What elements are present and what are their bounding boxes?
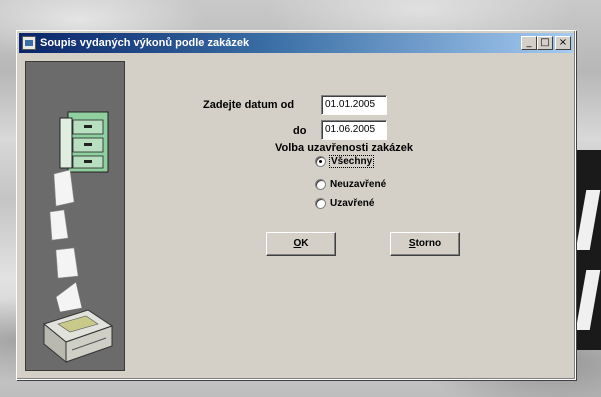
date-from-label: Zadejte datum od [203,99,295,111]
radio-option-all[interactable]: Všechny [315,155,375,168]
paper-icon [49,209,69,241]
title-bar[interactable]: Soupis vydaných výkonů podle zakázek _ □… [19,33,573,53]
maximize-button[interactable]: □ [537,36,553,50]
radio-button[interactable] [315,179,326,190]
cabinet-icon [59,111,109,173]
ok-button-label: K [301,238,309,249]
date-from-input[interactable]: 01.01.2005 [321,95,387,115]
window-controls: _ □ × [521,36,571,50]
paper-icon [55,247,79,279]
printer-illustration-icon [42,111,114,364]
date-to-input[interactable]: 01.06.2005 [321,120,387,140]
radio-label: Uzavřené [330,198,375,209]
cancel-button-label: torno [415,238,442,249]
printer-icon [42,281,114,364]
cancel-button[interactable]: Storno [390,232,460,256]
minimize-button[interactable]: _ [521,36,537,50]
radio-option-closed[interactable]: Uzavřené [315,198,374,209]
closure-choice-label: Volba uzavřenosti zakázek [275,142,413,154]
paper-icon [53,169,75,207]
application-icon[interactable] [22,36,36,50]
window-title: Soupis vydaných výkonů podle zakázek [40,37,250,49]
printer-illustration [25,61,125,371]
dialog-window: Soupis vydaných výkonů podle zakázek _ □… [16,30,576,380]
radio-label: Neuzavřené [330,179,387,190]
radio-label: Všechny [328,155,375,168]
radio-button[interactable] [315,198,326,209]
date-to-label: do [293,125,307,137]
desktop-wallpaper-graphic [575,150,601,350]
close-button[interactable]: × [555,36,571,50]
radio-button[interactable] [315,156,326,167]
ok-button[interactable]: OK [266,232,336,256]
radio-option-open[interactable]: Neuzavřené [315,179,386,190]
cancel-button-hotkey: S [408,238,416,249]
